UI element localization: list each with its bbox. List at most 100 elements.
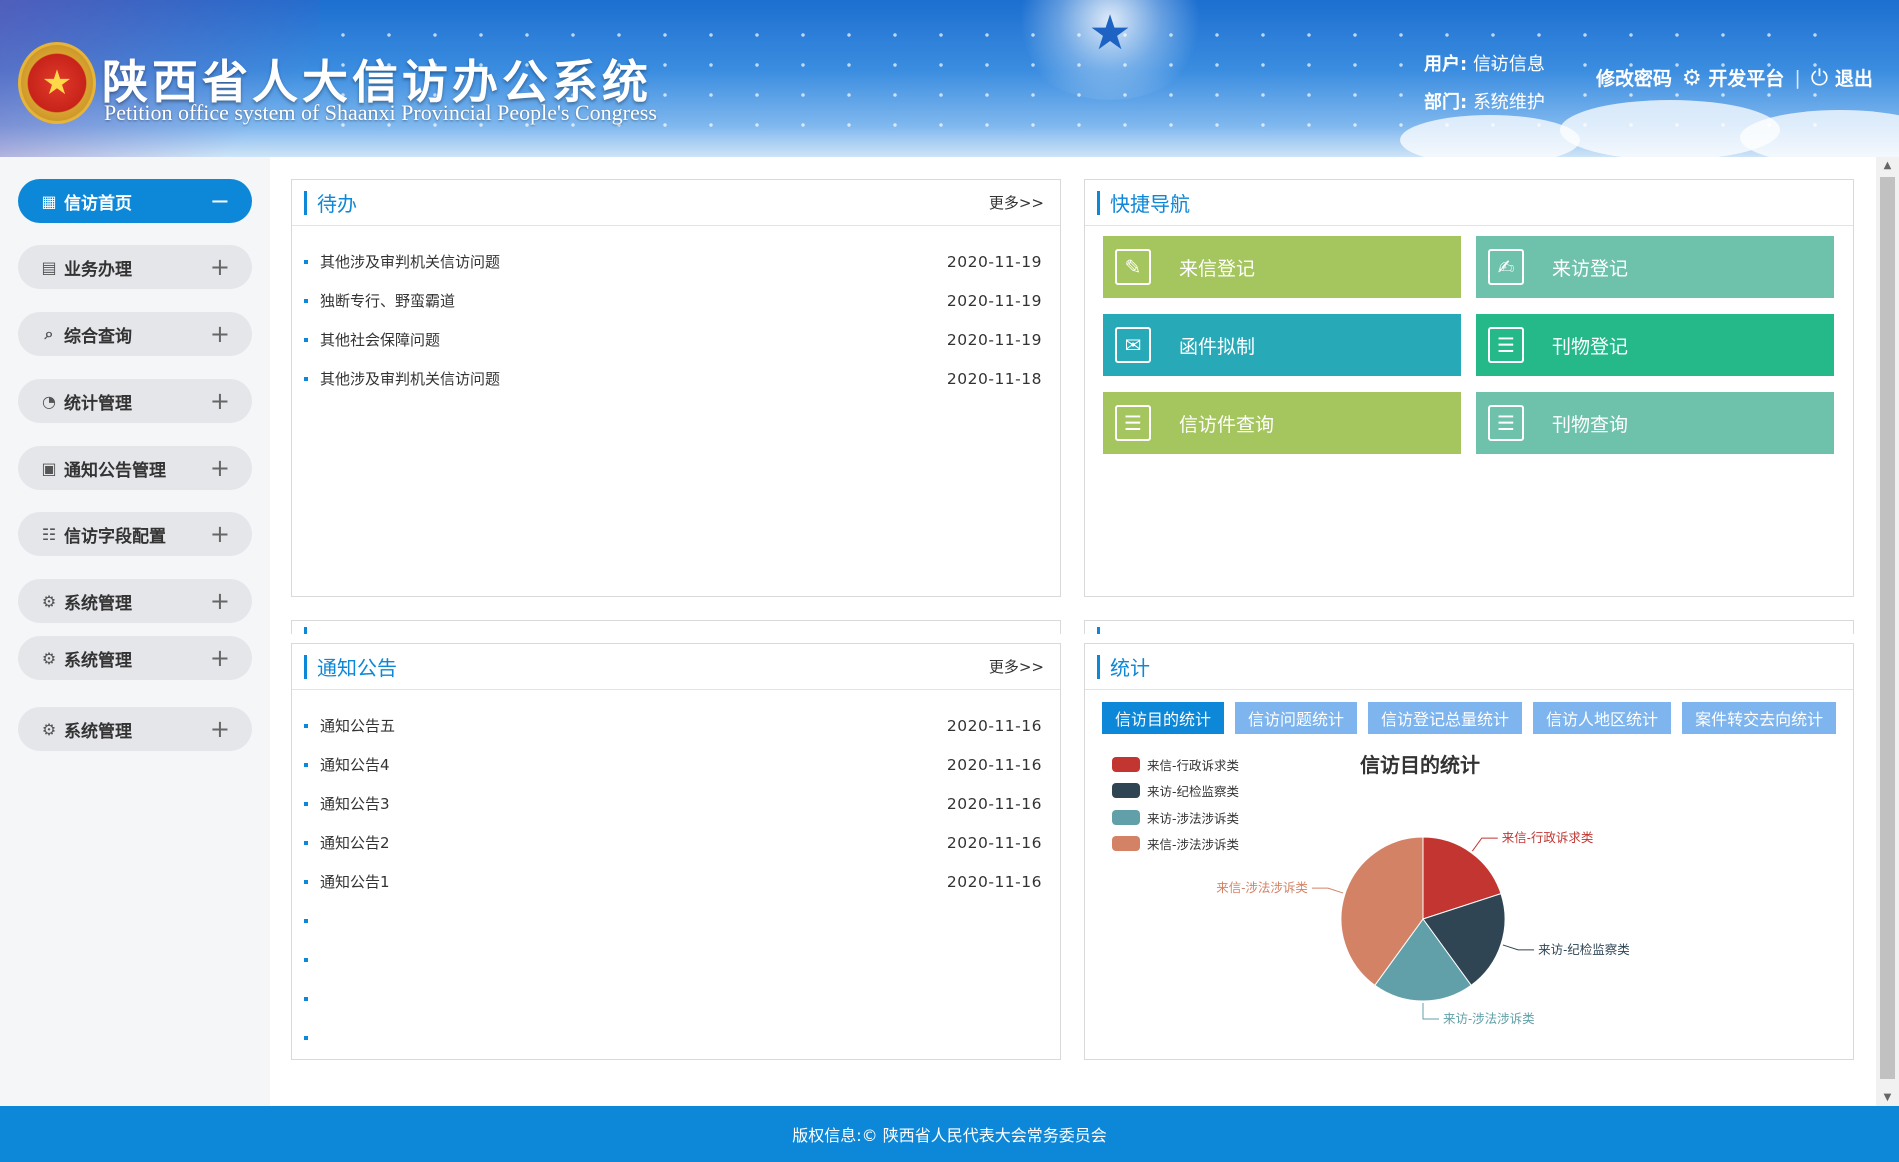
legend-item[interactable]: 来信-涉法涉诉类: [1112, 831, 1239, 858]
list-item: [304, 901, 1042, 940]
dev-platform-link[interactable]: ⚙ 开发平台: [1682, 64, 1784, 91]
chart-title: 信访目的统计: [1360, 753, 1480, 777]
sidebar-item-business[interactable]: ▤ 业务办理 +: [18, 245, 252, 289]
list-item[interactable]: 其他涉及审判机关信访问题 2020-11-18: [304, 359, 1042, 398]
list-item[interactable]: 通知公告五 2020-11-16: [304, 706, 1042, 745]
button-label: 刊物登记: [1552, 335, 1629, 358]
todo-list: 其他涉及审判机关信访问题 2020-11-19 独断专行、野蛮霸道 2020-11-…: [292, 226, 1060, 398]
expand-icon[interactable]: +: [210, 644, 230, 672]
panel-title: 通知公告: [317, 656, 397, 680]
gear-icon: ⚙: [41, 648, 57, 668]
expand-icon[interactable]: +: [210, 320, 230, 348]
list-item[interactable]: 通知公告3 2020-11-16: [304, 784, 1042, 823]
sidebar-item-fields[interactable]: ☷ 信访字段配置 +: [18, 512, 252, 556]
system-subtitle: Petition office system of Shaanxi Provin…: [104, 100, 657, 125]
national-emblem-icon: ★: [18, 42, 96, 124]
list-item[interactable]: 通知公告4 2020-11-16: [304, 745, 1042, 784]
sidebar-item-query[interactable]: ⌕ 综合查询 +: [18, 312, 252, 356]
item-title: 其他涉及审判机关信访问题: [320, 370, 501, 388]
more-link[interactable]: 更多>>: [989, 192, 1044, 213]
sidebar-item-system[interactable]: ⚙ 系统管理 +: [18, 579, 252, 623]
title-accent-bar: [1097, 190, 1100, 215]
expand-icon[interactable]: +: [210, 715, 230, 743]
notice-list: 通知公告五 2020-11-16 通知公告4 2020-11-16 通知公告3 202…: [292, 690, 1060, 1057]
sidebar-item-statistics[interactable]: ◔ 统计管理 +: [18, 379, 252, 423]
button-label: 信访件查询: [1179, 413, 1275, 436]
item-title: 其他社会保障问题: [320, 331, 441, 349]
letter-draft-button[interactable]: ✉ 函件拟制: [1103, 314, 1461, 376]
expand-icon[interactable]: +: [210, 387, 230, 415]
petition-query-button[interactable]: ☰ 信访件查询: [1103, 392, 1461, 454]
bullet: [304, 723, 308, 728]
panel-title: 待办: [317, 192, 357, 216]
sidebar-item-system[interactable]: ⚙ 系统管理 +: [18, 636, 252, 680]
scroll-up-icon[interactable]: ▲: [1876, 157, 1899, 175]
publication-query-button[interactable]: ☰ 刊物查询: [1476, 392, 1834, 454]
page-scrollbar[interactable]: ▲ ▼: [1876, 157, 1899, 1107]
bullet: [304, 996, 308, 1001]
item-title: 通知公告1: [320, 873, 390, 891]
legend-item[interactable]: 来访-涉法涉诉类: [1112, 804, 1239, 831]
item-date: 2020-11-16: [946, 794, 1042, 813]
stats-panel: 统计 信访目的统计 信访问题统计 信访登记总量统计 信访人地区统计 案件转交去向…: [1084, 643, 1854, 1060]
list-item[interactable]: 通知公告1 2020-11-16: [304, 862, 1042, 901]
bullet: [304, 957, 308, 962]
separator: |: [1794, 66, 1801, 89]
search-icon: ⌕: [44, 324, 54, 343]
legend-item[interactable]: 来信-行政诉求类: [1112, 751, 1239, 778]
bullet: [304, 298, 308, 303]
item-date: 2020-11-19: [946, 252, 1042, 271]
list-item[interactable]: 通知公告2 2020-11-16: [304, 823, 1042, 862]
bullet: [304, 259, 308, 264]
expand-icon[interactable]: +: [210, 253, 230, 281]
item-title: 独断专行、野蛮霸道: [320, 292, 456, 310]
visit-register-button[interactable]: ✍ 来访登记: [1476, 236, 1834, 298]
scrollbar-thumb[interactable]: [1880, 177, 1895, 1079]
legend-swatch: [1112, 836, 1140, 852]
sidebar-item-label: 通知公告管理: [64, 460, 166, 481]
list-item[interactable]: 独断专行、野蛮霸道 2020-11-19: [304, 281, 1042, 320]
expand-icon[interactable]: +: [210, 520, 230, 548]
button-label: 来信登记: [1179, 257, 1256, 280]
panel-header: 通知公告 更多>>: [292, 644, 1060, 690]
gear-icon: ⚙: [41, 591, 57, 611]
app-header: ★ ★ 陕西省人大信访办公系统 Petition office system o…: [0, 0, 1899, 157]
legend-swatch: [1112, 756, 1140, 772]
user-info: 用户: 信访信息 部门: 系统维护: [1424, 46, 1545, 122]
list-item[interactable]: 其他涉及审判机关信访问题 2020-11-19: [304, 242, 1042, 281]
list-item: [304, 979, 1042, 1018]
sidebar-item-home[interactable]: ▦ 信访首页 −: [18, 179, 252, 223]
button-label: 来访登记: [1552, 257, 1629, 280]
publication-register-button[interactable]: ☰ 刊物登记: [1476, 314, 1834, 376]
todo-panel: 待办 更多>> 其他涉及审判机关信访问题 2020-11-19 独断专行、野蛮霸道…: [291, 179, 1061, 597]
power-icon: ⏻: [1810, 66, 1829, 91]
sidebar-item-system[interactable]: ⚙ 系统管理 +: [18, 707, 252, 751]
more-link[interactable]: 更多>>: [989, 656, 1044, 677]
expand-icon[interactable]: +: [210, 454, 230, 482]
gear-icon: ⚙: [41, 719, 57, 739]
dept-value: 系统维护: [1472, 92, 1545, 113]
star-icon: ★: [1088, 5, 1132, 61]
sidebar-item-notice[interactable]: ▣ 通知公告管理 +: [18, 446, 252, 490]
legend-label: 来信-涉法涉诉类: [1147, 837, 1240, 853]
item-title: 通知公告3: [320, 795, 390, 813]
legend-item[interactable]: 来访-纪检监察类: [1112, 778, 1239, 805]
collapse-icon[interactable]: −: [210, 187, 230, 215]
sidebar-item-label: 统计管理: [64, 393, 132, 414]
bullet: [304, 762, 308, 767]
legend-label: 来信-行政诉求类: [1147, 757, 1240, 773]
item-title: 通知公告2: [320, 834, 390, 852]
pie-label-line: [1502, 944, 1535, 951]
dept-label: 部门:: [1424, 92, 1468, 113]
pie-slice-label: 来访-涉法涉诉类: [1443, 1012, 1535, 1026]
scroll-down-icon[interactable]: ▼: [1876, 1089, 1899, 1107]
panel-header: 待办 更多>>: [292, 180, 1060, 226]
letter-register-button[interactable]: ✎ 来信登记: [1103, 236, 1461, 298]
change-password-link[interactable]: 修改密码: [1596, 64, 1672, 91]
sidebar-item-label: 综合查询: [64, 326, 132, 347]
visit-register-icon: ✍: [1488, 249, 1524, 285]
list-item[interactable]: 其他社会保障问题 2020-11-19: [304, 320, 1042, 359]
list-item: [304, 940, 1042, 979]
expand-icon[interactable]: +: [210, 587, 230, 615]
logout-link[interactable]: ⏻ 退出: [1811, 64, 1873, 91]
